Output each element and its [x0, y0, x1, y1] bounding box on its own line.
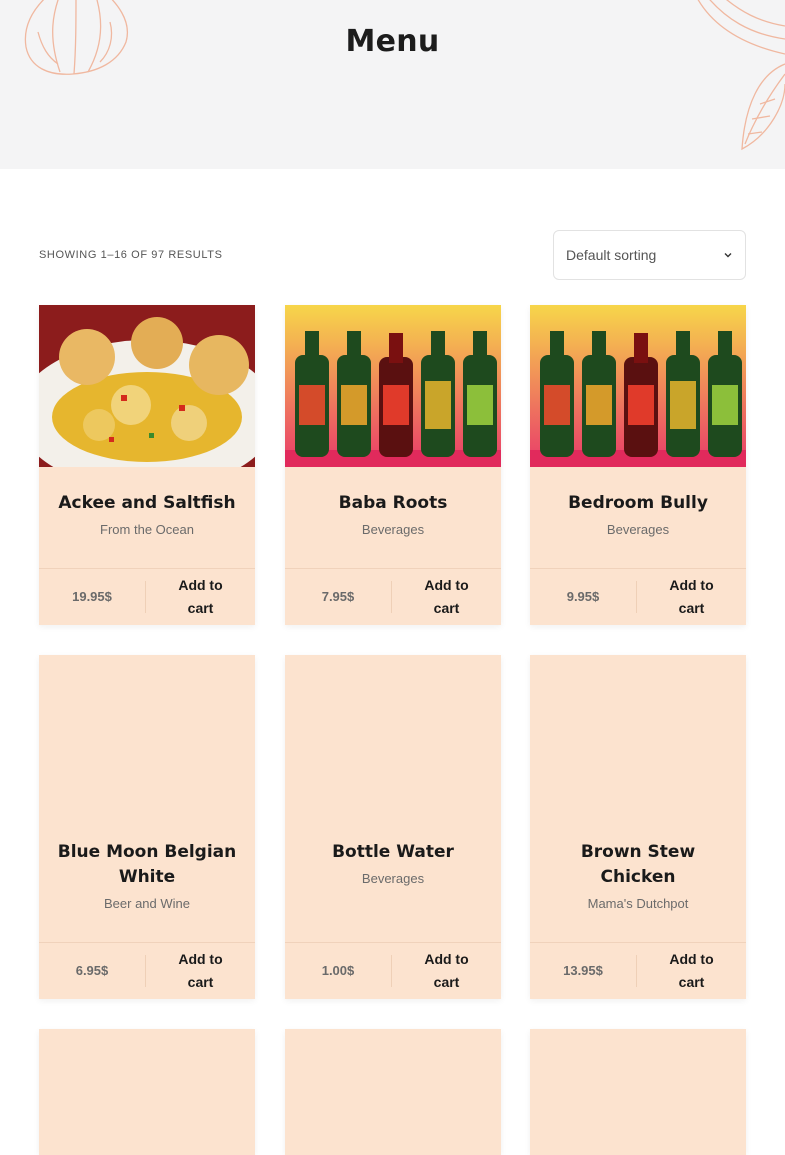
- product-card[interactable]: [39, 1029, 255, 1155]
- product-title[interactable]: Blue Moon Belgian White: [39, 840, 255, 890]
- product-info: Ackee and Saltfish From the Ocean: [39, 491, 255, 537]
- product-title[interactable]: Baba Roots: [285, 491, 501, 516]
- sorting-select-value: Default sorting: [566, 247, 657, 263]
- product-footer: 7.95$ Add to cart: [285, 568, 501, 625]
- product-footer: 13.95$ Add to cart: [530, 942, 746, 999]
- product-category: Mama's Dutchpot: [587, 896, 689, 911]
- product-category: Beverages: [361, 522, 425, 537]
- product-info: Brown Stew Chicken Mama's Dutchpot: [530, 840, 746, 911]
- product-category: Beverages: [606, 522, 670, 537]
- product-info: Bottle Water Beverages: [285, 840, 501, 886]
- result-count: SHOWING 1–16 OF 97 RESULTS: [39, 249, 223, 261]
- product-footer: 9.95$ Add to cart: [530, 568, 746, 625]
- product-title[interactable]: Ackee and Saltfish: [39, 491, 255, 516]
- product-price: 6.95$: [39, 955, 146, 987]
- product-card[interactable]: Bottle Water Beverages 1.00$ Add to cart: [285, 655, 501, 999]
- product-title[interactable]: Bedroom Bully: [530, 491, 746, 516]
- product-card[interactable]: Bedroom Bully Beverages 9.95$ Add to car…: [530, 305, 746, 625]
- product-card[interactable]: [530, 1029, 746, 1155]
- product-category: Beer and Wine: [104, 896, 190, 911]
- chevron-down-icon: [724, 253, 732, 258]
- product-image[interactable]: [530, 305, 746, 467]
- product-info: Bedroom Bully Beverages: [530, 491, 746, 537]
- sorting-select[interactable]: Default sorting: [553, 230, 746, 280]
- add-to-cart-button[interactable]: Add to cart: [146, 948, 255, 994]
- shop-toolbar: SHOWING 1–16 OF 97 RESULTS Default sorti…: [39, 230, 746, 280]
- product-category: Beverages: [361, 871, 425, 886]
- product-card[interactable]: Baba Roots Beverages 7.95$ Add to cart: [285, 305, 501, 625]
- add-to-cart-button[interactable]: Add to cart: [637, 948, 746, 994]
- product-footer: 6.95$ Add to cart: [39, 942, 255, 999]
- product-card[interactable]: Blue Moon Belgian White Beer and Wine 6.…: [39, 655, 255, 999]
- add-to-cart-button[interactable]: Add to cart: [392, 948, 501, 994]
- page-title: Menu: [345, 24, 440, 59]
- add-to-cart-button[interactable]: Add to cart: [637, 574, 746, 620]
- product-footer: 19.95$ Add to cart: [39, 568, 255, 625]
- product-price: 7.95$: [285, 581, 392, 613]
- product-title[interactable]: Brown Stew Chicken: [530, 840, 746, 890]
- add-to-cart-button[interactable]: Add to cart: [146, 574, 255, 620]
- product-card[interactable]: Brown Stew Chicken Mama's Dutchpot 13.95…: [530, 655, 746, 999]
- product-card[interactable]: Ackee and Saltfish From the Ocean 19.95$…: [39, 305, 255, 625]
- product-image[interactable]: [39, 305, 255, 467]
- product-card[interactable]: [285, 1029, 501, 1155]
- page-hero: Menu: [0, 0, 785, 169]
- add-to-cart-button[interactable]: Add to cart: [392, 574, 501, 620]
- product-category: From the Ocean: [100, 522, 194, 537]
- product-info: Baba Roots Beverages: [285, 491, 501, 537]
- product-price: 13.95$: [530, 955, 637, 987]
- product-price: 19.95$: [39, 581, 146, 613]
- product-price: 9.95$: [530, 581, 637, 613]
- product-title[interactable]: Bottle Water: [285, 840, 501, 865]
- product-price: 1.00$: [285, 955, 392, 987]
- product-image[interactable]: [285, 305, 501, 467]
- product-info: Blue Moon Belgian White Beer and Wine: [39, 840, 255, 911]
- product-footer: 1.00$ Add to cart: [285, 942, 501, 999]
